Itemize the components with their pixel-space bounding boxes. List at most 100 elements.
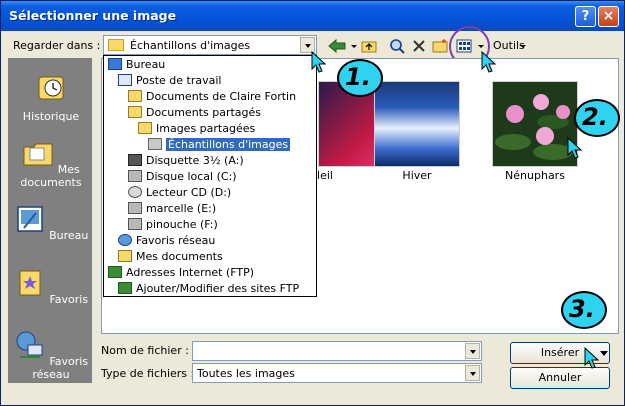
- network-places-icon: [16, 331, 43, 358]
- chevron-down-icon[interactable]: [465, 365, 480, 381]
- dropdown-item-label: Images partagées: [156, 122, 256, 135]
- dropdown-item[interactable]: Poste de travail: [118, 73, 221, 89]
- cancel-button-label: Annuler: [538, 371, 582, 384]
- favorites-icon: [19, 270, 41, 296]
- step-number: 3.: [569, 295, 595, 323]
- chevron-down-icon[interactable]: [465, 343, 480, 359]
- cd-icon: [128, 186, 142, 198]
- thumbnail-caption: Nénuphars: [505, 169, 565, 182]
- ftp-edit-icon: [118, 282, 132, 294]
- dropdown-item[interactable]: Mes documents: [118, 249, 223, 265]
- up-folder-icon[interactable]: [361, 38, 377, 54]
- dropdown-item-label: Lecteur CD (D:): [146, 186, 232, 199]
- views-icon[interactable]: [456, 38, 472, 54]
- place-label: Historique: [22, 110, 80, 123]
- pictures-folder-icon: [138, 122, 152, 134]
- place-desktop[interactable]: Bureau: [9, 203, 93, 242]
- dropdown-item-label: Adresses Internet (FTP): [126, 266, 255, 279]
- look-in-value: Échantillons d'images: [130, 39, 251, 52]
- place-label: Favoris: [49, 293, 89, 306]
- folder-open-icon: [128, 106, 142, 118]
- back-dropdown-icon[interactable]: [350, 38, 358, 54]
- dropdown-item-label: Ajouter/Modifier des sites FTP: [136, 282, 300, 295]
- folder-icon: [108, 39, 124, 51]
- title-bar: Sélectionner une image ? ×: [1, 1, 624, 31]
- place-favorites[interactable]: Favoris: [9, 267, 93, 306]
- search-web-icon[interactable]: [389, 38, 405, 54]
- place-my-documents[interactable]: Mes documents: [9, 137, 93, 189]
- place-network[interactable]: Favoris réseau: [9, 329, 93, 381]
- dropdown-item-label: Bureau: [126, 58, 166, 71]
- desktop-icon: [108, 58, 122, 70]
- step-marker-3: 3.: [561, 291, 607, 329]
- dropdown-item[interactable]: Bureau: [108, 57, 165, 73]
- my-documents-icon: [118, 250, 132, 262]
- network-drive-icon: [128, 202, 142, 214]
- place-label: Bureau: [49, 229, 89, 242]
- history-icon: [38, 76, 64, 100]
- folder-icon: [148, 138, 162, 150]
- tools-dropdown-icon[interactable]: [519, 38, 527, 54]
- select-image-dialog: Sélectionner une image ? × Regarder dans…: [0, 0, 625, 406]
- step-number: 2.: [582, 103, 608, 131]
- step-number: 1.: [345, 63, 371, 91]
- delete-icon[interactable]: [411, 38, 427, 54]
- dropdown-item-label: pinouche (F:): [146, 218, 218, 231]
- dropdown-item-label: Documents de Claire Fortin: [146, 90, 297, 103]
- cursor-arrow-icon: [481, 51, 497, 73]
- dropdown-item-label: marcelle (E:): [146, 202, 217, 215]
- ftp-icon: [108, 266, 122, 278]
- dialog-title: Sélectionner une image: [9, 8, 177, 23]
- cursor-arrow-icon: [311, 51, 327, 73]
- dropdown-item-label: Favoris réseau: [136, 234, 216, 247]
- filetype-value: Toutes les images: [197, 367, 295, 380]
- new-folder-icon[interactable]: [432, 38, 448, 54]
- dropdown-item-label: Échantillons d'images: [166, 138, 291, 151]
- dropdown-item-selected[interactable]: Échantillons d'images: [148, 137, 291, 153]
- dropdown-item[interactable]: Lecteur CD (D:): [128, 185, 231, 201]
- filename-input[interactable]: [192, 341, 482, 361]
- dropdown-item[interactable]: Adresses Internet (FTP): [108, 265, 254, 281]
- cursor-arrow-icon: [567, 137, 583, 159]
- desktop-icon: [16, 206, 43, 232]
- look-in-combo[interactable]: Échantillons d'images: [103, 35, 317, 55]
- dropdown-item[interactable]: Disque local (C:): [128, 169, 237, 185]
- place-history[interactable]: Historique: [9, 71, 93, 123]
- filetype-label: Type de fichiers :: [101, 367, 195, 380]
- dropdown-item[interactable]: Documents de Claire Fortin: [128, 89, 296, 105]
- dropdown-item[interactable]: pinouche (F:): [128, 217, 218, 233]
- dropdown-item-label: Documents partagés: [146, 106, 261, 119]
- thumbnail-caption: Hiver: [402, 169, 432, 182]
- dropdown-item[interactable]: marcelle (E:): [128, 201, 216, 217]
- look-in-label: Regarder dans :: [13, 39, 101, 52]
- step-marker-2: 2.: [574, 99, 620, 137]
- dropdown-item[interactable]: Favoris réseau: [118, 233, 215, 249]
- network-places-icon: [118, 234, 132, 246]
- dropdown-item[interactable]: Disquette 3½ (A:): [128, 153, 244, 169]
- help-button[interactable]: ?: [575, 6, 596, 27]
- dropdown-item-label: Disquette 3½ (A:): [146, 154, 244, 167]
- dropdown-item[interactable]: Documents partagés: [128, 105, 261, 121]
- filetype-select[interactable]: Toutes les images: [192, 363, 482, 383]
- back-icon[interactable]: [327, 38, 347, 54]
- dropdown-item[interactable]: Images partagées: [138, 121, 255, 137]
- winter-image: [375, 82, 459, 166]
- step-marker-1: 1.: [337, 59, 383, 97]
- water-lilies-image: [493, 82, 577, 166]
- insert-button-label: Insérer: [540, 346, 580, 359]
- dropdown-item[interactable]: Ajouter/Modifier des sites FTP: [118, 281, 299, 297]
- my-documents-icon: [23, 143, 53, 166]
- thumbnail-water-lilies[interactable]: [492, 81, 578, 167]
- dropdown-item-label: Mes documents: [136, 250, 223, 263]
- drive-icon: [128, 170, 142, 182]
- thumbnail-winter[interactable]: [374, 81, 460, 167]
- folder-icon: [128, 90, 142, 102]
- computer-icon: [118, 74, 132, 86]
- dropdown-item-label: Disque local (C:): [146, 170, 237, 183]
- cursor-arrow-icon: [584, 347, 600, 369]
- close-button[interactable]: ×: [598, 6, 619, 27]
- floppy-icon: [128, 154, 142, 166]
- network-drive-icon: [128, 218, 142, 230]
- dropdown-item-label: Poste de travail: [136, 74, 222, 87]
- places-bar: Historique Mes documents Bureau Favoris: [8, 58, 92, 383]
